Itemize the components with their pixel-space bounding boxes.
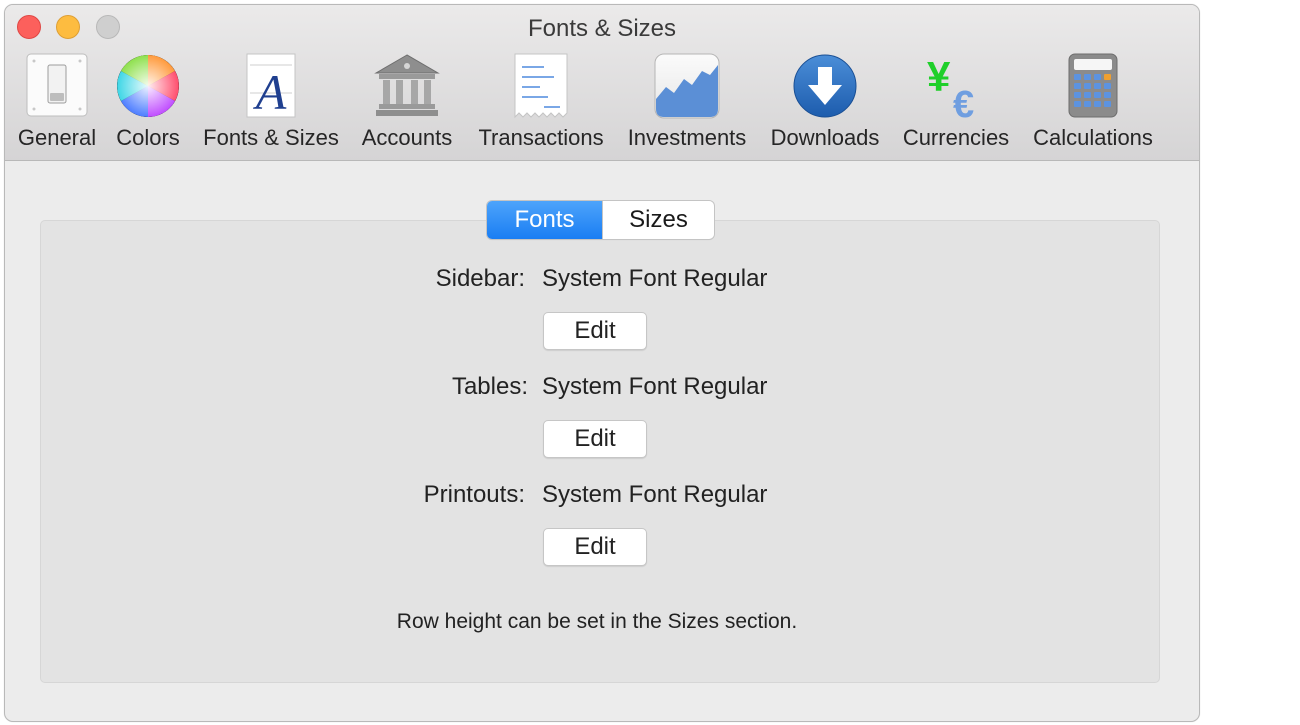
download-arrow-icon: [792, 53, 858, 119]
toolbar-item-currencies[interactable]: ¥ € Currencies: [897, 53, 1015, 157]
titlebar-toolbar: Fonts & Sizes General Colors A Fonts & S…: [5, 5, 1199, 161]
fonts-sizes-segmented-control: Fonts Sizes: [487, 201, 714, 239]
edit-sidebar-font-button[interactable]: Edit: [543, 312, 647, 350]
toolbar-item-calculations[interactable]: Calculations: [1028, 53, 1158, 157]
tab-fonts[interactable]: Fonts: [487, 201, 602, 239]
calculator-icon: [1060, 53, 1126, 119]
sidebar-font-value: System Font Regular: [542, 265, 768, 292]
svg-text:€: €: [953, 84, 974, 119]
window-title: Fonts & Sizes: [527, 15, 677, 42]
toolbar-item-transactions[interactable]: Transactions: [472, 53, 610, 157]
receipt-icon: [508, 53, 574, 119]
toolbar-item-downloads[interactable]: Downloads: [766, 53, 884, 157]
toolbar-label-calculations: Calculations: [1033, 125, 1153, 150]
toolbar-item-investments[interactable]: Investments: [622, 53, 752, 157]
toolbar-label-colors: Colors: [116, 125, 180, 150]
printouts-font-label: Printouts:: [423, 481, 525, 508]
svg-text:A: A: [253, 64, 287, 119]
toolbar-item-colors[interactable]: Colors: [105, 53, 191, 157]
toolbar-label-transactions: Transactions: [478, 125, 604, 150]
general-switch-icon: [24, 53, 90, 119]
bank-building-icon: [374, 53, 440, 119]
area-chart-icon: [654, 53, 720, 119]
toolbar-label-accounts: Accounts: [361, 125, 453, 150]
toolbar-label-general: General: [17, 125, 97, 150]
edit-printouts-font-button[interactable]: Edit: [543, 528, 647, 566]
printouts-font-value: System Font Regular: [542, 481, 768, 508]
toolbar-label-downloads: Downloads: [770, 125, 880, 150]
yen-euro-icon: ¥ €: [923, 53, 989, 126]
toolbar-item-general[interactable]: General: [12, 53, 102, 157]
svg-text:¥: ¥: [927, 53, 951, 100]
tables-font-label: Tables:: [451, 373, 528, 400]
row-height-note: Row height can be set in the Sizes secti…: [396, 610, 798, 633]
sidebar-font-label: Sidebar:: [435, 265, 525, 292]
toolbar-item-fonts-sizes[interactable]: A Fonts & Sizes: [198, 53, 344, 157]
color-wheel-icon: [115, 53, 181, 119]
tables-font-value: System Font Regular: [542, 373, 768, 400]
edit-tables-font-button[interactable]: Edit: [543, 420, 647, 458]
toolbar-label-fonts-sizes: Fonts & Sizes: [203, 125, 339, 150]
preferences-window: Fonts & Sizes General Colors A Fonts & S…: [4, 4, 1200, 722]
toolbar-label-investments: Investments: [627, 125, 747, 150]
font-letter-a-icon: A: [238, 53, 304, 120]
tab-sizes[interactable]: Sizes: [602, 201, 714, 239]
toolbar-label-currencies: Currencies: [902, 125, 1010, 150]
toolbar-item-accounts[interactable]: Accounts: [357, 53, 457, 157]
